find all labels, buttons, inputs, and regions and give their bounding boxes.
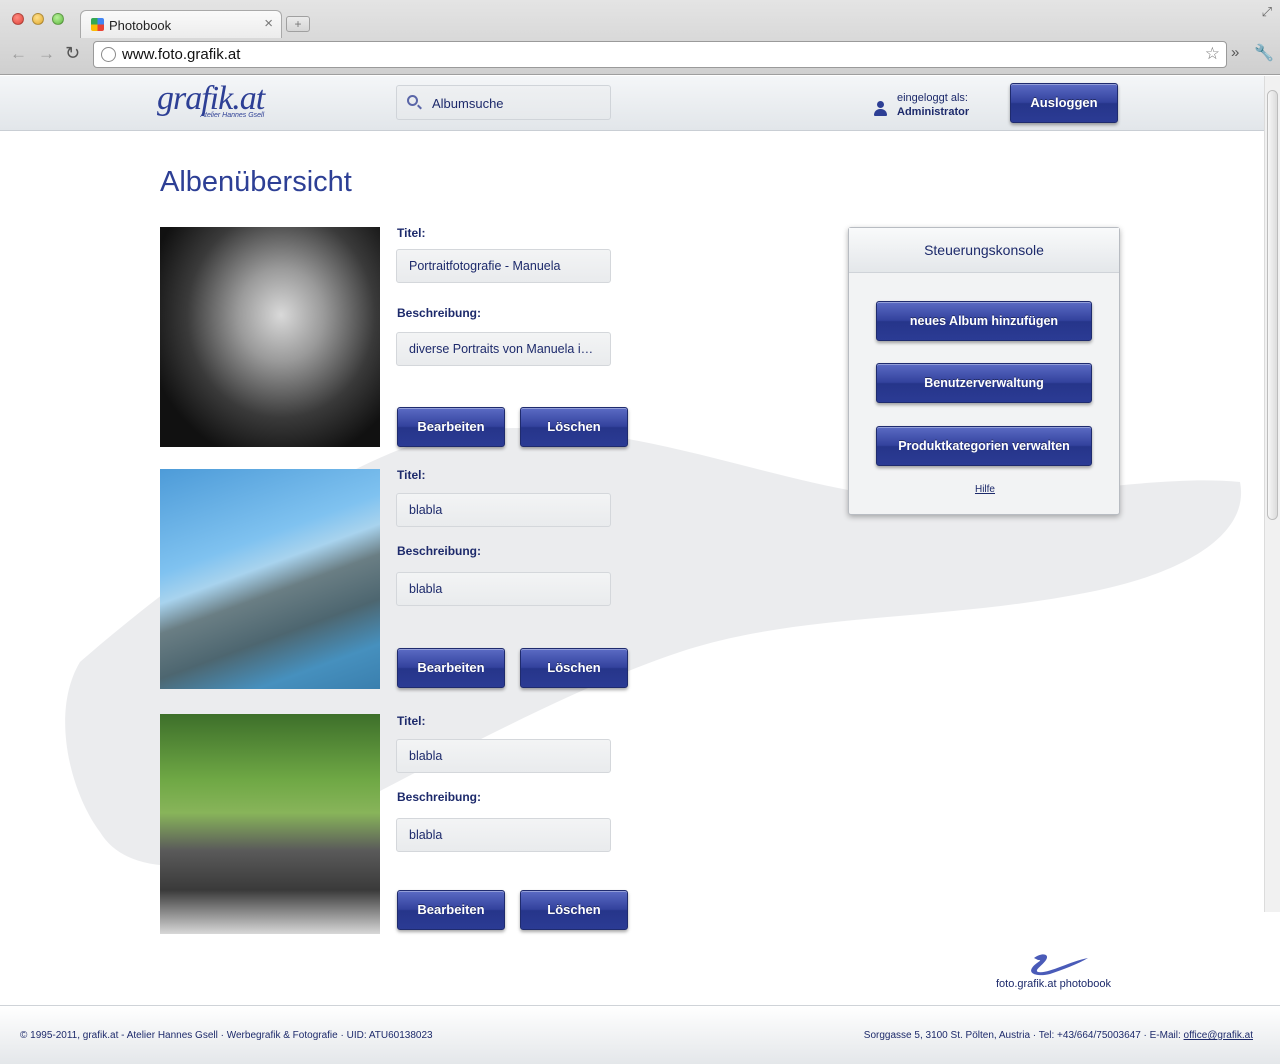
album-1-thumbnail[interactable] bbox=[160, 227, 380, 447]
footer-contact: Sorggasse 5, 3100 St. Pölten, Austria · … bbox=[864, 1030, 1253, 1041]
control-console: Steuerungskonsole neues Album hinzufügen… bbox=[848, 227, 1120, 515]
album-1-description-label: Beschreibung: bbox=[397, 306, 482, 320]
add-album-button[interactable]: neues Album hinzufügen bbox=[876, 301, 1092, 341]
bookmark-star-icon[interactable]: ☆ bbox=[1205, 44, 1220, 64]
photobook-brand-text: foto.grafik.at photobook bbox=[996, 978, 1111, 990]
photobook-brush-logo bbox=[1031, 954, 1088, 976]
tab-close-icon[interactable]: × bbox=[264, 15, 273, 32]
tab-title: Photobook bbox=[109, 18, 172, 33]
album-3-title-label: Titel: bbox=[397, 714, 426, 728]
footer-copyright: © 1995-2011, grafik.at - Atelier Hannes … bbox=[20, 1030, 433, 1041]
album-3-title-field[interactable]: blabla bbox=[396, 739, 611, 773]
scrollbar-thumb[interactable] bbox=[1267, 90, 1278, 520]
album-3-thumbnail[interactable] bbox=[160, 714, 380, 934]
chevron-more-icon[interactable]: » bbox=[1231, 44, 1239, 61]
page-footer: © 1995-2011, grafik.at - Atelier Hannes … bbox=[0, 1005, 1280, 1064]
album-2-title-label: Titel: bbox=[397, 468, 426, 482]
album-1-title-field[interactable]: Portraitfotografie - Manuela bbox=[396, 249, 611, 283]
album-1-description-field[interactable]: diverse Portraits von Manuela in s.. bbox=[396, 332, 611, 366]
login-label: eingeloggt als: bbox=[897, 92, 968, 104]
logo-text: grafik.at bbox=[157, 80, 265, 117]
site-header: grafik.at Atelier Hannes Gsell eingelogg… bbox=[0, 76, 1264, 131]
album-3-edit-button[interactable]: Bearbeiten bbox=[397, 890, 505, 930]
forward-arrow-icon[interactable]: → bbox=[38, 44, 55, 64]
url-text[interactable]: www.foto.grafik.at bbox=[122, 46, 240, 63]
album-search[interactable] bbox=[396, 85, 611, 120]
product-categories-button[interactable]: Produktkategorien verwalten bbox=[876, 426, 1092, 466]
browser-tab[interactable]: Photobook × bbox=[80, 10, 282, 38]
globe-icon bbox=[101, 47, 116, 62]
footer-address: Sorggasse 5, 3100 St. Pölten, Austria · … bbox=[863, 1030, 1184, 1041]
album-2-edit-button[interactable]: Bearbeiten bbox=[397, 648, 505, 688]
album-2-description-label: Beschreibung: bbox=[397, 544, 482, 558]
wrench-icon[interactable]: 🔧 bbox=[1254, 43, 1274, 63]
album-2-title-field[interactable]: blabla bbox=[396, 493, 611, 527]
album-3-delete-button[interactable]: Löschen bbox=[520, 890, 628, 930]
maximize-window-icon[interactable] bbox=[52, 13, 64, 25]
console-title: Steuerungskonsole bbox=[849, 228, 1119, 273]
back-arrow-icon[interactable]: ← bbox=[10, 44, 27, 64]
grafik-logo[interactable]: grafik.at Atelier Hannes Gsell bbox=[157, 80, 265, 120]
search-icon bbox=[407, 95, 418, 106]
fullscreen-icon[interactable]: ⤢ bbox=[1262, 4, 1272, 20]
address-bar[interactable]: www.foto.grafik.at ☆ bbox=[93, 41, 1227, 68]
album-2-delete-button[interactable]: Löschen bbox=[520, 648, 628, 688]
browser-chrome: Photobook × + ⤢ ← → ↻ www.foto.grafik.at… bbox=[0, 0, 1280, 75]
new-tab-button[interactable]: + bbox=[286, 16, 310, 32]
album-1-title-label: Titel: bbox=[397, 226, 426, 240]
close-window-icon[interactable] bbox=[12, 13, 24, 25]
footer-email-link[interactable]: office@grafik.at bbox=[1184, 1030, 1253, 1041]
user-management-button[interactable]: Benutzerverwaltung bbox=[876, 363, 1092, 403]
search-input[interactable] bbox=[432, 94, 602, 112]
main-content: Albenübersicht Titel: Portraitfotografie… bbox=[0, 132, 1264, 934]
minimize-window-icon[interactable] bbox=[32, 13, 44, 25]
logout-button[interactable]: Ausloggen bbox=[1010, 83, 1118, 123]
album-1-edit-button[interactable]: Bearbeiten bbox=[397, 407, 505, 447]
reload-icon[interactable]: ↻ bbox=[65, 43, 80, 64]
album-3-description-label: Beschreibung: bbox=[397, 790, 482, 804]
help-link[interactable]: Hilfe bbox=[849, 484, 1121, 495]
favicon-icon bbox=[91, 18, 104, 31]
album-1-delete-button[interactable]: Löschen bbox=[520, 407, 628, 447]
album-2-description-field[interactable]: blabla bbox=[396, 572, 611, 606]
vertical-scrollbar[interactable] bbox=[1264, 76, 1280, 912]
page-title: Albenübersicht bbox=[160, 166, 352, 198]
album-2-thumbnail[interactable] bbox=[160, 469, 380, 689]
user-icon bbox=[873, 101, 887, 117]
album-3-description-field[interactable]: blabla bbox=[396, 818, 611, 852]
login-username: Administrator bbox=[897, 106, 970, 118]
